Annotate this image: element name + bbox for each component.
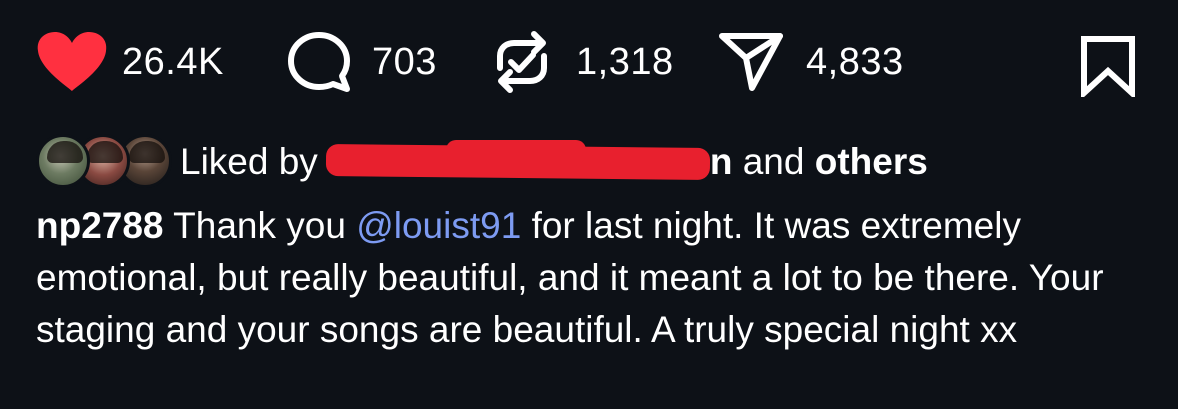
liked-by-row: Liked by n and others <box>36 132 928 192</box>
comment-button[interactable]: 703 <box>286 30 437 94</box>
like-button[interactable]: 26.4K <box>36 30 224 94</box>
send-icon <box>719 33 783 91</box>
save-button[interactable] <box>1080 34 1136 98</box>
liked-by-label: Liked by <box>180 141 318 182</box>
liker-name-tail[interactable]: n <box>710 141 733 183</box>
liker-avatars[interactable] <box>36 134 174 190</box>
repost-button[interactable]: 1,318 <box>492 30 674 94</box>
caption-username[interactable]: np2788 <box>36 205 164 246</box>
comment-count: 703 <box>372 41 437 83</box>
share-button[interactable]: 4,833 <box>718 30 904 94</box>
like-count: 26.4K <box>122 41 224 83</box>
liked-by-others-link[interactable]: others <box>815 141 928 183</box>
caption-mention[interactable]: @louist91 <box>356 205 521 246</box>
redacted-username <box>325 140 710 184</box>
heart-icon <box>37 32 107 91</box>
repost-count: 1,318 <box>576 41 674 83</box>
liked-by-and: and <box>742 141 805 182</box>
post-caption: np2788 Thank you @louist91 for last nigh… <box>36 200 1146 356</box>
caption-text-start: Thank you <box>173 205 346 246</box>
avatar <box>36 134 90 188</box>
bookmark-icon <box>1081 36 1135 97</box>
post-action-bar: 26.4K 703 1,318 4,833 <box>0 0 1178 125</box>
comment-bubble-icon <box>288 32 350 92</box>
share-count: 4,833 <box>806 41 904 83</box>
repost-icon <box>497 31 547 93</box>
